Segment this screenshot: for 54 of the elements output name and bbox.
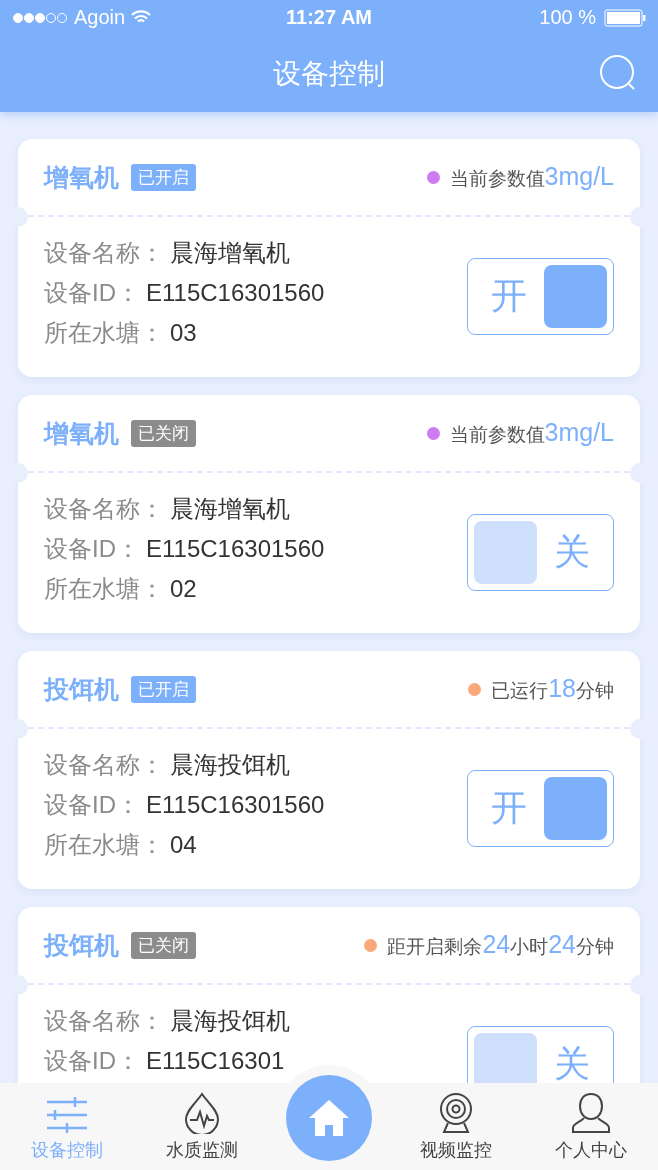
field-label: 所在水塘： <box>44 830 164 860</box>
webcam-icon <box>438 1092 475 1134</box>
field-value: 04 <box>170 830 197 860</box>
person-icon <box>570 1092 611 1134</box>
status-badge: 已开启 <box>131 675 196 703</box>
device-type: 增氧机 <box>44 161 119 193</box>
field-value: 晨海增氧机 <box>170 238 290 268</box>
field-label: 设备ID： <box>44 534 140 564</box>
page-title: 设备控制 <box>273 56 385 91</box>
field-value: 02 <box>170 574 197 604</box>
status-badge: 已关闭 <box>131 419 196 447</box>
wifi-icon <box>131 10 152 25</box>
field-value: 晨海投饵机 <box>170 1006 290 1036</box>
device-type: 增氧机 <box>44 417 119 449</box>
tab-item[interactable]: 视频监控 <box>389 1083 524 1170</box>
field-value: E115C16301 <box>146 1046 285 1076</box>
field-label: 所在水塘： <box>44 318 164 348</box>
power-switch[interactable]: 开 <box>467 257 614 335</box>
status-badge: 已关闭 <box>131 931 196 959</box>
carrier-name: Agoin <box>74 6 126 29</box>
device-reading: 距开启剩余24小时24分钟 <box>387 930 614 960</box>
battery-percent: 100 % <box>539 6 596 29</box>
power-switch[interactable]: 关 <box>467 513 614 591</box>
field-label: 设备ID： <box>44 790 140 820</box>
battery-icon <box>604 8 646 27</box>
field-value: E115C16301560 <box>146 278 325 308</box>
field-label: 设备名称： <box>44 238 164 268</box>
field-label: 设备ID： <box>44 278 140 308</box>
field-label: 所在水塘： <box>44 574 164 604</box>
field-value: E115C16301560 <box>146 534 325 564</box>
device-reading: 当前参数值3mg/L <box>449 418 614 448</box>
field-value: 晨海增氧机 <box>170 494 290 524</box>
clock-time: 11:27 AM <box>286 6 372 29</box>
field-value: 晨海投饵机 <box>170 750 290 780</box>
tab-item[interactable]: 个人中心 <box>523 1083 658 1170</box>
status-badge: 已开启 <box>131 163 196 191</box>
field-label: 设备ID： <box>44 1046 140 1076</box>
signal-icon <box>12 11 68 24</box>
tab-item[interactable]: 水质监测 <box>134 1083 269 1170</box>
tab-item[interactable]: 设备控制 <box>0 1083 135 1170</box>
power-switch[interactable]: 关 <box>467 1025 614 1083</box>
field-value: 03 <box>170 318 197 348</box>
device-type: 投饵机 <box>44 929 119 961</box>
sliders-icon <box>45 1096 90 1134</box>
field-value: E115C16301560 <box>146 790 325 820</box>
field-label: 设备名称： <box>44 750 164 780</box>
field-label: 设备名称： <box>44 494 164 524</box>
home-icon <box>307 1098 351 1138</box>
device-reading: 当前参数值3mg/L <box>449 162 614 192</box>
device-type: 投饵机 <box>44 673 119 705</box>
power-switch[interactable]: 开 <box>467 769 614 847</box>
device-reading: 已运行18分钟 <box>491 674 614 704</box>
field-label: 设备名称： <box>44 1006 164 1036</box>
water-drop-icon <box>182 1092 221 1134</box>
